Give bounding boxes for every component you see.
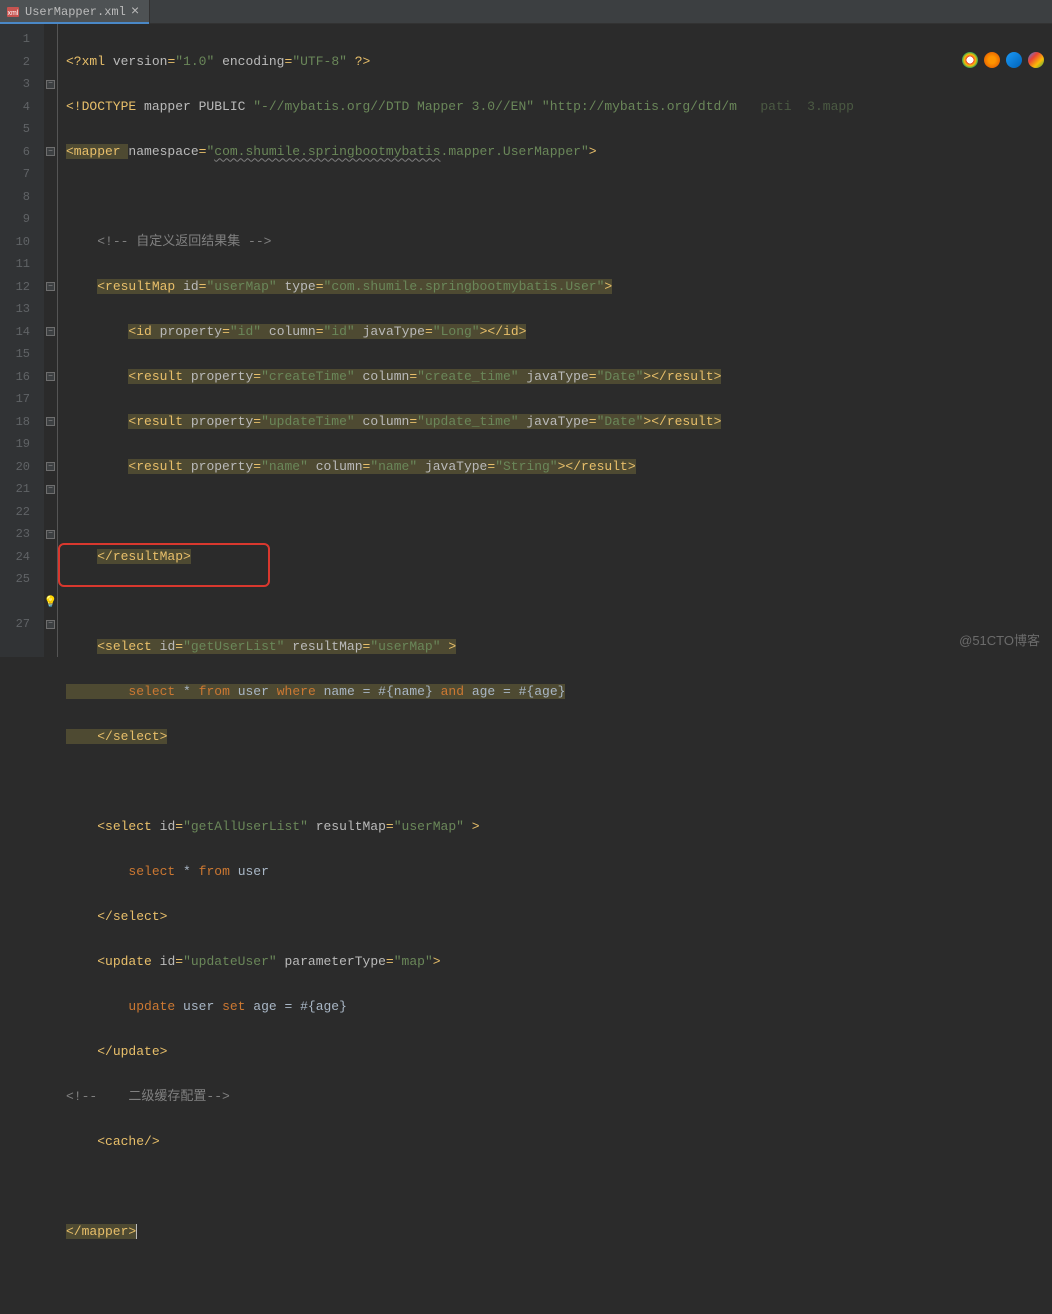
fold-toggle-icon[interactable]: − bbox=[46, 282, 55, 291]
fold-toggle-icon[interactable]: − bbox=[46, 80, 55, 89]
fold-toggle-icon[interactable]: − bbox=[46, 462, 55, 471]
close-tag: </resultMap> bbox=[97, 549, 191, 564]
fold-toggle-icon[interactable]: − bbox=[46, 530, 55, 539]
tab-label: UserMapper.xml bbox=[25, 5, 126, 19]
cache-tag: <cache/> bbox=[97, 1134, 159, 1149]
lightbulb-icon[interactable]: 💡 bbox=[44, 595, 58, 609]
close-mapper: </mapper> bbox=[66, 1224, 136, 1239]
google-icon bbox=[1028, 52, 1044, 68]
close-tag: </select> bbox=[97, 909, 167, 924]
browser-icons-overlay bbox=[962, 52, 1044, 68]
fold-toggle-icon[interactable]: − bbox=[46, 327, 55, 336]
tab-bar: xml UserMapper.xml × bbox=[0, 0, 1052, 24]
close-tab-icon[interactable]: × bbox=[131, 4, 139, 20]
fold-toggle-icon[interactable]: − bbox=[46, 417, 55, 426]
comment: <!-- 二级缓存配置--> bbox=[66, 1089, 230, 1104]
line-number-gutter[interactable]: 1234 5678 9101112 13141516 17181920 2122… bbox=[0, 24, 44, 657]
safari-icon bbox=[1006, 52, 1022, 68]
close-tag: </update> bbox=[97, 1044, 167, 1059]
xml-file-icon: xml bbox=[6, 5, 20, 19]
chrome-icon bbox=[962, 52, 978, 68]
file-tab[interactable]: xml UserMapper.xml × bbox=[0, 0, 150, 24]
fold-toggle-icon[interactable]: − bbox=[46, 485, 55, 494]
editor-area: 1234 5678 9101112 13141516 17181920 2122… bbox=[0, 24, 1052, 657]
fold-toggle-icon[interactable]: − bbox=[46, 372, 55, 381]
fold-gutter[interactable]: − − − − − − − − − 💡 − bbox=[44, 24, 58, 657]
fold-toggle-icon[interactable]: − bbox=[46, 147, 55, 156]
code-area[interactable]: <?xml version="1.0" encoding="UTF-8" ?> … bbox=[58, 24, 1052, 657]
comment: <!-- 自定义返回结果集 --> bbox=[97, 234, 271, 249]
firefox-icon bbox=[984, 52, 1000, 68]
svg-text:xml: xml bbox=[8, 10, 19, 17]
close-tag: </select> bbox=[97, 729, 167, 744]
watermark-text: @51CTO博客 bbox=[959, 630, 1040, 649]
fold-toggle-icon[interactable]: − bbox=[46, 620, 55, 629]
